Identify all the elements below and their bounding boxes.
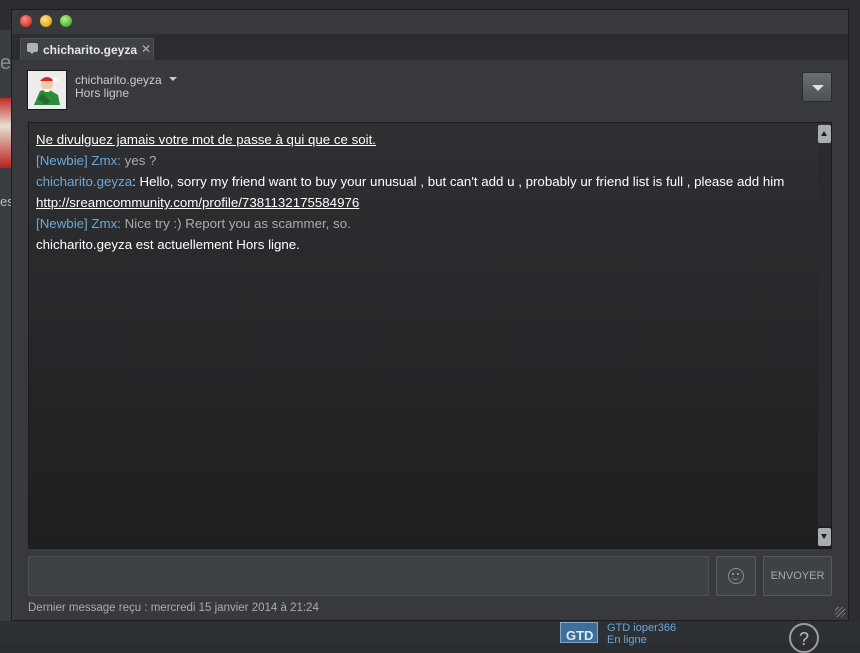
last-message-received: Dernier message reçu : mercredi 15 janvi… — [28, 602, 319, 614]
message-sender: [Newbie] Zmx — [36, 216, 118, 231]
message-sender: chicharito.geyza — [36, 174, 133, 189]
security-warning: Ne divulguez jamais votre mot de passe à… — [36, 132, 376, 147]
close-window-button[interactable] — [20, 15, 32, 27]
chevron-down-icon — [812, 85, 824, 91]
message-separator: : — [117, 153, 125, 168]
scroll-up-button[interactable] — [818, 125, 831, 143]
chat-message: [Newbie] Zmx: yes ? — [36, 150, 806, 171]
close-tab-icon[interactable]: ✕ — [141, 42, 151, 56]
zoom-window-button[interactable] — [60, 15, 72, 27]
chat-message: chicharito.geyza: Hello, sorry my friend… — [36, 171, 806, 213]
chat-header: chicharito.geyza Hors ligne — [12, 60, 848, 122]
message-separator: : — [117, 216, 125, 231]
scroll-track[interactable] — [818, 145, 831, 526]
chat-options-button[interactable] — [802, 72, 832, 102]
friend-status: Hors ligne — [75, 86, 130, 100]
send-button[interactable]: ENVOYER — [763, 556, 832, 596]
tab-chicharito-geyza[interactable]: chicharito.geyza ✕ — [20, 38, 154, 60]
message-input[interactable] — [29, 557, 708, 595]
message-sender: [Newbie] Zmx — [36, 153, 118, 168]
avatar-image — [28, 71, 66, 109]
help-icon[interactable]: ? — [789, 623, 819, 653]
chat-log: Ne divulguez jamais votre mot de passe à… — [28, 122, 832, 549]
background-friend-name[interactable]: GTD ioper366 — [607, 623, 676, 634]
smiley-icon — [728, 568, 744, 584]
background-friend-avatar[interactable]: GTD — [560, 622, 598, 643]
message-link[interactable]: http://sreamcommunity.com/profile/738113… — [36, 195, 359, 210]
scroll-down-button[interactable] — [818, 528, 831, 546]
resize-grip[interactable] — [835, 607, 845, 617]
title-bar — [12, 10, 848, 34]
tab-label: chicharito.geyza — [43, 43, 138, 57]
message-text: yes ? — [124, 153, 157, 168]
avatar[interactable] — [27, 70, 67, 110]
message-text: Hello, sorry my friend want to buy your … — [139, 174, 785, 189]
status-line: chicharito.geyza est actuellement Hors l… — [36, 237, 300, 252]
background-friend-status: En ligne — [607, 634, 647, 646]
background-friends-bar — [0, 621, 860, 643]
minimize-window-button[interactable] — [40, 15, 52, 27]
background-text-fragment: e — [0, 52, 12, 74]
message-input-box[interactable] — [28, 556, 709, 596]
chevron-down-icon[interactable] — [169, 77, 177, 81]
chat-log-content: Ne divulguez jamais votre mot de passe à… — [36, 129, 806, 255]
message-text: Nice try :) Report you as scammer, so. — [124, 216, 351, 231]
chat-window: chicharito.geyza ✕ chicharito.geyza Hors… — [11, 9, 849, 621]
chat-bubble-icon — [27, 43, 38, 54]
chat-message: [Newbie] Zmx: Nice try :) Report you as … — [36, 213, 806, 234]
tab-bar: chicharito.geyza ✕ — [12, 34, 848, 60]
friend-name[interactable]: chicharito.geyza — [75, 73, 162, 87]
scrollbar[interactable] — [818, 125, 832, 546]
emoticon-button[interactable] — [716, 556, 756, 596]
